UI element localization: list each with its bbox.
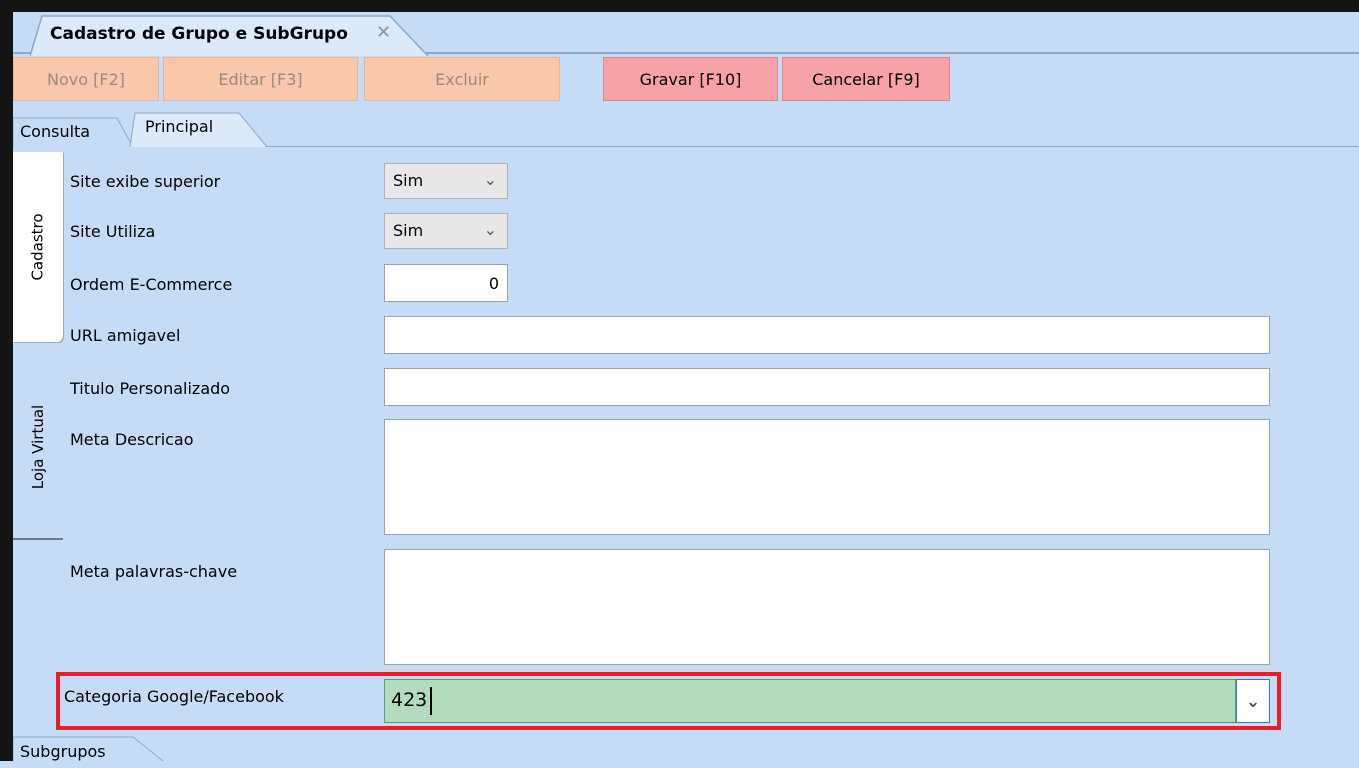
gravar-button[interactable]: Gravar [F10] [603, 57, 778, 101]
chevron-down-icon: ⌄ [483, 220, 497, 239]
text-caret [430, 687, 432, 715]
site-utiliza-value: Sim [393, 221, 424, 240]
url-amigavel-input[interactable] [384, 316, 1270, 354]
side-tab-cadastro[interactable]: Cadastro [13, 152, 63, 342]
titulo-personalizado-input[interactable] [384, 368, 1270, 406]
meta-descricao-label: Meta Descricao [70, 430, 194, 449]
url-amigavel-label: URL amigavel [70, 326, 181, 345]
side-tab-loja-virtual[interactable]: Loja Virtual [13, 355, 63, 540]
categoria-google-facebook-input[interactable]: 423 [384, 679, 1236, 723]
document-tab-title: Cadastro de Grupo e SubGrupo [50, 24, 348, 44]
meta-palavras-chave-label: Meta palavras-chave [70, 562, 238, 581]
ordem-ecommerce-input[interactable]: 0 [384, 264, 508, 302]
side-tab-loja-virtual-label: Loja Virtual [29, 404, 48, 489]
ordem-ecommerce-label: Ordem E-Commerce [70, 275, 233, 294]
tab-principal[interactable]: Principal [132, 112, 262, 142]
tab-subgrupos[interactable]: Subgrupos [13, 738, 163, 768]
tab-consulta[interactable]: Consulta [13, 117, 128, 147]
side-tab-cadastro-label: Cadastro [29, 213, 47, 281]
novo-button[interactable]: Novo [F2] [13, 57, 159, 101]
categoria-google-facebook-label: Categoria Google/Facebook [64, 687, 284, 706]
excluir-button[interactable]: Excluir [364, 57, 560, 101]
window-frame-left [0, 0, 13, 761]
chevron-down-icon[interactable]: ⌄ [1236, 679, 1270, 723]
site-exibe-superior-label: Site exibe superior [70, 172, 221, 191]
titulo-personalizado-label: Titulo Personalizado [70, 379, 231, 398]
document-tab[interactable]: Cadastro de Grupo e SubGrupo ✕ [30, 14, 430, 56]
site-exibe-superior-select[interactable]: Sim ⌄ [384, 163, 508, 199]
categoria-google-facebook-value: 423 [391, 689, 428, 711]
chevron-down-icon: ⌄ [483, 170, 497, 189]
site-utiliza-select[interactable]: Sim ⌄ [384, 213, 508, 249]
site-exibe-superior-value: Sim [393, 171, 424, 190]
meta-descricao-textarea[interactable] [384, 419, 1270, 535]
meta-palavras-chave-textarea[interactable] [384, 549, 1270, 665]
close-icon[interactable]: ✕ [376, 22, 391, 43]
site-utiliza-label: Site Utiliza [70, 222, 156, 241]
editar-button[interactable]: Editar [F3] [163, 57, 358, 101]
cancelar-button[interactable]: Cancelar [F9] [782, 57, 950, 101]
ordem-ecommerce-value: 0 [488, 274, 499, 293]
window-frame-top [0, 0, 1359, 12]
